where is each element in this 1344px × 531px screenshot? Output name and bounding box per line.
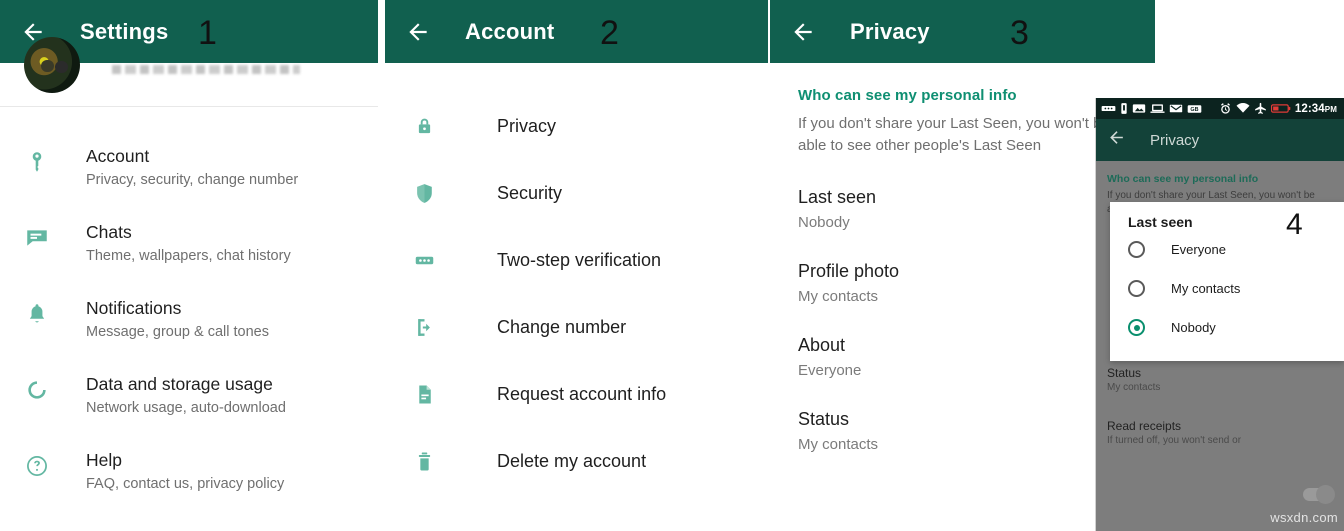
panel-phone-overlay: GB 12:34PM Privacy Who can see my person… (1096, 98, 1344, 531)
sidebar-item-data-storage[interactable]: Data and storage usage Network usage, au… (0, 373, 378, 419)
item-title: Help (86, 450, 122, 470)
dim-scrim: Who can see my personal info If you don'… (1096, 161, 1344, 531)
list-item-privacy[interactable]: Privacy (385, 93, 768, 160)
section-header: Who can see my personal info (1107, 173, 1259, 185)
option-label: Everyone (1171, 242, 1226, 257)
annotation-number-3: 3 (1010, 14, 1029, 52)
lock-icon (412, 114, 452, 139)
item-title: Chats (86, 222, 132, 242)
key-icon (24, 145, 68, 175)
item-title: Data and storage usage (86, 374, 273, 394)
exit-icon (412, 315, 452, 340)
list-item-security[interactable]: Security (385, 160, 768, 227)
sidebar-item-chats[interactable]: Chats Theme, wallpapers, chat history (0, 221, 378, 267)
item-label: Request account info (497, 384, 667, 404)
wifi-icon (1236, 103, 1250, 114)
radio-option-nobody[interactable]: Nobody (1110, 308, 1344, 347)
trash-icon (412, 449, 452, 474)
radio-button[interactable] (1128, 280, 1145, 297)
profile-name-blurred (112, 65, 300, 74)
panel-settings: Settings Account Privacy, security, chan… (0, 0, 378, 495)
help-icon (24, 449, 68, 479)
sidebar-item-account[interactable]: Account Privacy, security, change number (0, 145, 378, 191)
annotation-number-1: 1 (198, 14, 217, 52)
item-subtitle: Theme, wallpapers, chat history (86, 248, 291, 264)
last-seen-dialog: Last seen Everyone My contacts Nobody 4 (1110, 202, 1344, 361)
airplane-icon (1254, 102, 1267, 115)
row-title: Status (1107, 366, 1142, 380)
radio-button-selected[interactable] (1128, 319, 1145, 336)
item-title: Account (86, 146, 150, 166)
panel-account: Account Privacy Security Two-step verifi (385, 0, 768, 495)
svg-text:GB: GB (1190, 107, 1198, 113)
data-icon (24, 373, 68, 403)
laptop-icon (1150, 103, 1165, 114)
gb-keyboard-icon: GB (1187, 104, 1202, 114)
row-title: Read receipts (1107, 419, 1182, 433)
radio-button[interactable] (1128, 241, 1145, 258)
dots-icon (1101, 103, 1116, 114)
page-title: Account (465, 18, 555, 44)
alarm-icon (1219, 102, 1232, 115)
row-value: My contacts (1107, 382, 1161, 393)
sim-icon (1120, 102, 1128, 115)
item-subtitle: Message, group & call tones (86, 324, 269, 340)
phone-appbar: Privacy (1096, 119, 1344, 161)
back-arrow-icon[interactable] (1107, 128, 1126, 152)
item-title: Notifications (86, 298, 182, 318)
profile-strip[interactable] (0, 37, 378, 107)
radio-option-my-contacts[interactable]: My contacts (1110, 269, 1344, 308)
bell-icon (24, 297, 68, 327)
option-label: Nobody (1171, 320, 1216, 335)
document-icon (412, 382, 452, 407)
privacy-appbar: Privacy (770, 0, 1155, 63)
page-title: Privacy (1150, 131, 1200, 149)
page-title: Settings (80, 18, 169, 44)
shield-icon (412, 181, 452, 206)
radio-option-everyone[interactable]: Everyone (1110, 230, 1344, 269)
settings-list: Account Privacy, security, change number… (0, 107, 378, 495)
row-description: If turned off, you won't send or (1107, 435, 1242, 446)
back-arrow-icon[interactable] (405, 19, 439, 45)
status-bar: GB 12:34PM (1096, 98, 1344, 119)
battery-low-icon (1270, 103, 1291, 114)
item-label: Two-step verification (497, 250, 662, 270)
sidebar-item-help[interactable]: Help FAQ, contact us, privacy policy (0, 449, 378, 495)
list-item-status[interactable]: Status My contacts (1096, 366, 1160, 393)
option-label: My contacts (1171, 281, 1241, 296)
list-item-change-number[interactable]: Change number (385, 294, 768, 361)
image-icon (1132, 103, 1146, 114)
item-subtitle: Privacy, security, change number (86, 172, 299, 188)
dialog-title: Last seen (1128, 214, 1193, 230)
status-clock: 12:34PM (1294, 102, 1337, 115)
annotation-number-4: 4 (1286, 208, 1303, 241)
item-label: Delete my account (497, 451, 647, 471)
account-appbar: Account (385, 0, 768, 63)
back-arrow-icon[interactable] (790, 19, 824, 45)
screenshot-stage: Settings Account Privacy, security, chan… (0, 0, 1344, 531)
gmail-icon (1169, 103, 1183, 114)
watermark: wsxdn.com (1270, 510, 1338, 525)
annotation-number-2: 2 (600, 14, 619, 52)
item-label: Change number (497, 317, 627, 337)
account-list: Privacy Security Two-step verification C… (385, 63, 768, 495)
sidebar-item-notifications[interactable]: Notifications Message, group & call tone… (0, 297, 378, 343)
list-item-request-account-info[interactable]: Request account info (385, 361, 768, 428)
list-item-delete-my-account[interactable]: Delete my account (385, 428, 768, 495)
item-label: Security (497, 183, 563, 203)
item-label: Privacy (497, 116, 557, 136)
chat-icon (24, 221, 68, 251)
avatar[interactable] (24, 37, 80, 93)
read-receipts-toggle[interactable] (1303, 485, 1335, 504)
dots-icon (412, 248, 452, 273)
section-description: If you don't share your Last Seen, you w… (798, 115, 1110, 154)
page-title: Privacy (850, 18, 930, 44)
list-item-two-step-verification[interactable]: Two-step verification (385, 227, 768, 294)
item-subtitle: FAQ, contact us, privacy policy (86, 476, 285, 492)
item-subtitle: Network usage, auto-download (86, 400, 286, 416)
